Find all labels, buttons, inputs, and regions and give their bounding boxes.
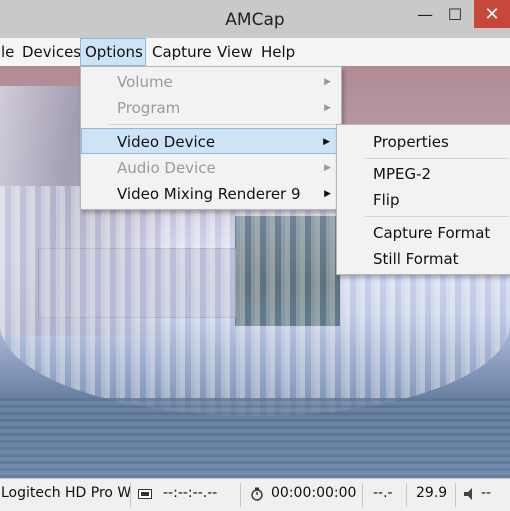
menu-item-program[interactable]: Program ▶ xyxy=(81,95,341,121)
maximize-button[interactable]: ☐ xyxy=(440,0,470,28)
status-audio: -- xyxy=(481,485,492,501)
capture-card-icon xyxy=(138,489,152,499)
status-divider xyxy=(406,483,407,507)
status-dropped: --.- xyxy=(373,485,393,501)
menu-devices[interactable]: Devices xyxy=(18,38,85,66)
status-divider xyxy=(130,483,131,507)
menu-item-label: MPEG-2 xyxy=(373,165,432,183)
submenu-arrow-icon: ▶ xyxy=(324,77,331,87)
menu-item-mpeg2[interactable]: MPEG-2 xyxy=(337,161,510,187)
menu-item-label: Video Device xyxy=(117,133,216,151)
minimize-button[interactable]: — xyxy=(412,0,438,28)
status-timestamp: --:--:--.-- xyxy=(163,485,218,501)
menu-file[interactable]: le xyxy=(0,38,18,66)
menu-item-label: Volume xyxy=(117,73,173,91)
status-divider xyxy=(455,483,456,507)
menu-item-label: Audio Device xyxy=(117,159,216,177)
submenu-arrow-icon: ▶ xyxy=(324,103,331,113)
video-device-submenu: Properties MPEG-2 Flip Capture Format St… xyxy=(336,124,510,275)
menu-item-label: Capture Format xyxy=(373,224,491,242)
status-fps: 29.9 xyxy=(416,485,448,501)
menu-item-video-device[interactable]: Video Device ▶ xyxy=(81,128,341,154)
status-bar: Logitech HD Pro W --:--:--.-- 00:00:00:0… xyxy=(0,478,510,511)
submenu-arrow-icon: ▶ xyxy=(324,189,331,199)
title-bar: AMCap — ☐ ✕ xyxy=(0,0,510,38)
menu-separator xyxy=(365,216,509,217)
menu-item-volume[interactable]: Volume ▶ xyxy=(81,69,341,95)
status-timer: 00:00:00:00 xyxy=(271,485,357,501)
menu-options[interactable]: Options xyxy=(80,38,146,66)
menu-item-label: Flip xyxy=(373,191,400,209)
status-divider xyxy=(362,483,363,507)
menu-item-capture-format[interactable]: Capture Format xyxy=(337,220,510,246)
menu-help[interactable]: Help xyxy=(257,38,299,66)
menu-view[interactable]: View xyxy=(213,38,257,66)
menu-capture[interactable]: Capture xyxy=(148,38,216,66)
menu-item-label: Video Mixing Renderer 9 xyxy=(117,185,301,203)
menu-item-audio-device[interactable]: Audio Device ▶ xyxy=(81,155,341,181)
video-water xyxy=(0,398,510,478)
menu-item-video-mixing-renderer[interactable]: Video Mixing Renderer 9 ▶ xyxy=(81,181,341,207)
menu-separator xyxy=(365,158,509,159)
options-menu: Volume ▶ Program ▶ Video Device ▶ Audio … xyxy=(80,66,342,210)
speaker-icon xyxy=(464,488,472,500)
menu-item-properties[interactable]: Properties xyxy=(337,129,510,155)
menu-item-still-format[interactable]: Still Format xyxy=(337,246,510,272)
menu-separator xyxy=(109,124,339,125)
menu-item-label: Program xyxy=(117,99,181,117)
close-button[interactable]: ✕ xyxy=(474,0,510,28)
menu-item-label: Still Format xyxy=(373,250,459,268)
menu-bar: le Devices Options Capture View Help xyxy=(0,38,510,67)
menu-item-label: Properties xyxy=(373,133,449,151)
menu-item-flip[interactable]: Flip xyxy=(337,187,510,213)
status-device-name: Logitech HD Pro W xyxy=(1,485,132,501)
status-divider xyxy=(240,483,241,507)
submenu-arrow-icon: ▶ xyxy=(324,163,331,173)
submenu-arrow-icon: ▶ xyxy=(323,137,330,147)
stopwatch-icon xyxy=(251,487,263,501)
